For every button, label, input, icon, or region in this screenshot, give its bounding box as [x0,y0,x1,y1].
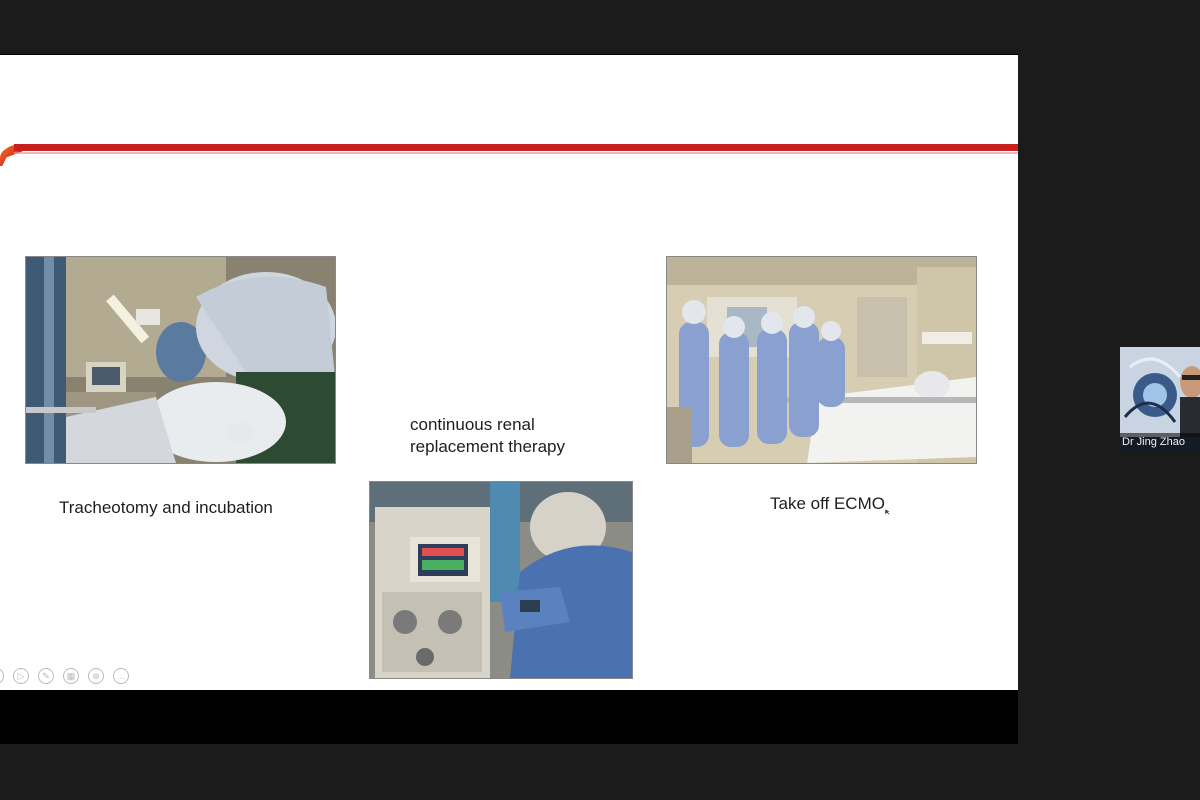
prev-icon[interactable]: ‹ [0,668,4,684]
mouse-cursor-icon [884,508,892,516]
caption-ecmo: Take off ECMO [770,494,885,513]
pen-icon[interactable]: ✎ [38,668,54,684]
grid-icon[interactable]: ▦ [63,668,79,684]
zoom-icon[interactable]: ⊕ [88,668,104,684]
slideshow-controls: ‹ ▷ ✎ ▦ ⊕ … [0,665,129,687]
participant-name-label: Dr Jing Zhao [1120,433,1200,451]
photo-crrt [369,481,633,679]
caption-crrt: continuous renal replacement therapy [410,414,565,458]
photo-ecmo [666,256,977,464]
thin-accent-line [14,152,1018,154]
participant-video-tile[interactable]: Dr Jing Zhao [1120,347,1200,451]
play-icon[interactable]: ▷ [13,668,29,684]
red-accent-line [14,144,1018,151]
more-icon[interactable]: … [113,668,129,684]
meeting-window: Tracheotomy and incubation continuous re… [0,0,1200,800]
caption-tracheotomy: Tracheotomy and incubation [59,498,273,517]
presentation-slide: Tracheotomy and incubation continuous re… [0,55,1018,690]
caption-crrt-line1: continuous renal [410,415,535,434]
slide-header-rule [0,144,1018,166]
photo-tracheotomy [25,256,336,464]
caption-crrt-line2: replacement therapy [410,437,565,456]
